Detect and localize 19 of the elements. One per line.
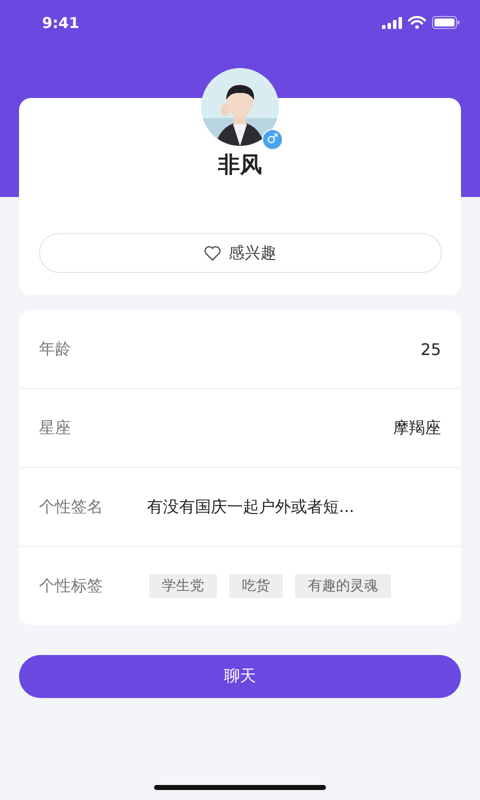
heart-icon bbox=[204, 246, 220, 260]
field-label: 个性标签 bbox=[39, 576, 104, 596]
battery-icon bbox=[432, 16, 460, 29]
field-label: 年龄 bbox=[39, 338, 72, 360]
tag: 有趣的灵魂 bbox=[295, 574, 391, 598]
field-value: 摩羯座 bbox=[393, 418, 441, 438]
tag: 学生党 bbox=[149, 574, 217, 598]
status-time: 9:41 bbox=[42, 14, 80, 32]
tag: 吃货 bbox=[229, 574, 283, 598]
user-name: 非风 bbox=[218, 152, 262, 180]
field-value: 25 bbox=[420, 340, 441, 358]
wifi-icon bbox=[408, 16, 426, 29]
field-value: 有没有国庆一起户外或者短... bbox=[147, 496, 354, 518]
signal-icon bbox=[382, 16, 402, 28]
gender-badge: ♂ bbox=[262, 129, 283, 150]
field-label: 星座 bbox=[39, 418, 72, 438]
field-label: 个性签名 bbox=[39, 496, 104, 518]
interest-button[interactable]: 感兴趣 bbox=[38, 233, 442, 273]
chat-button[interactable]: 聊天 bbox=[19, 655, 461, 698]
